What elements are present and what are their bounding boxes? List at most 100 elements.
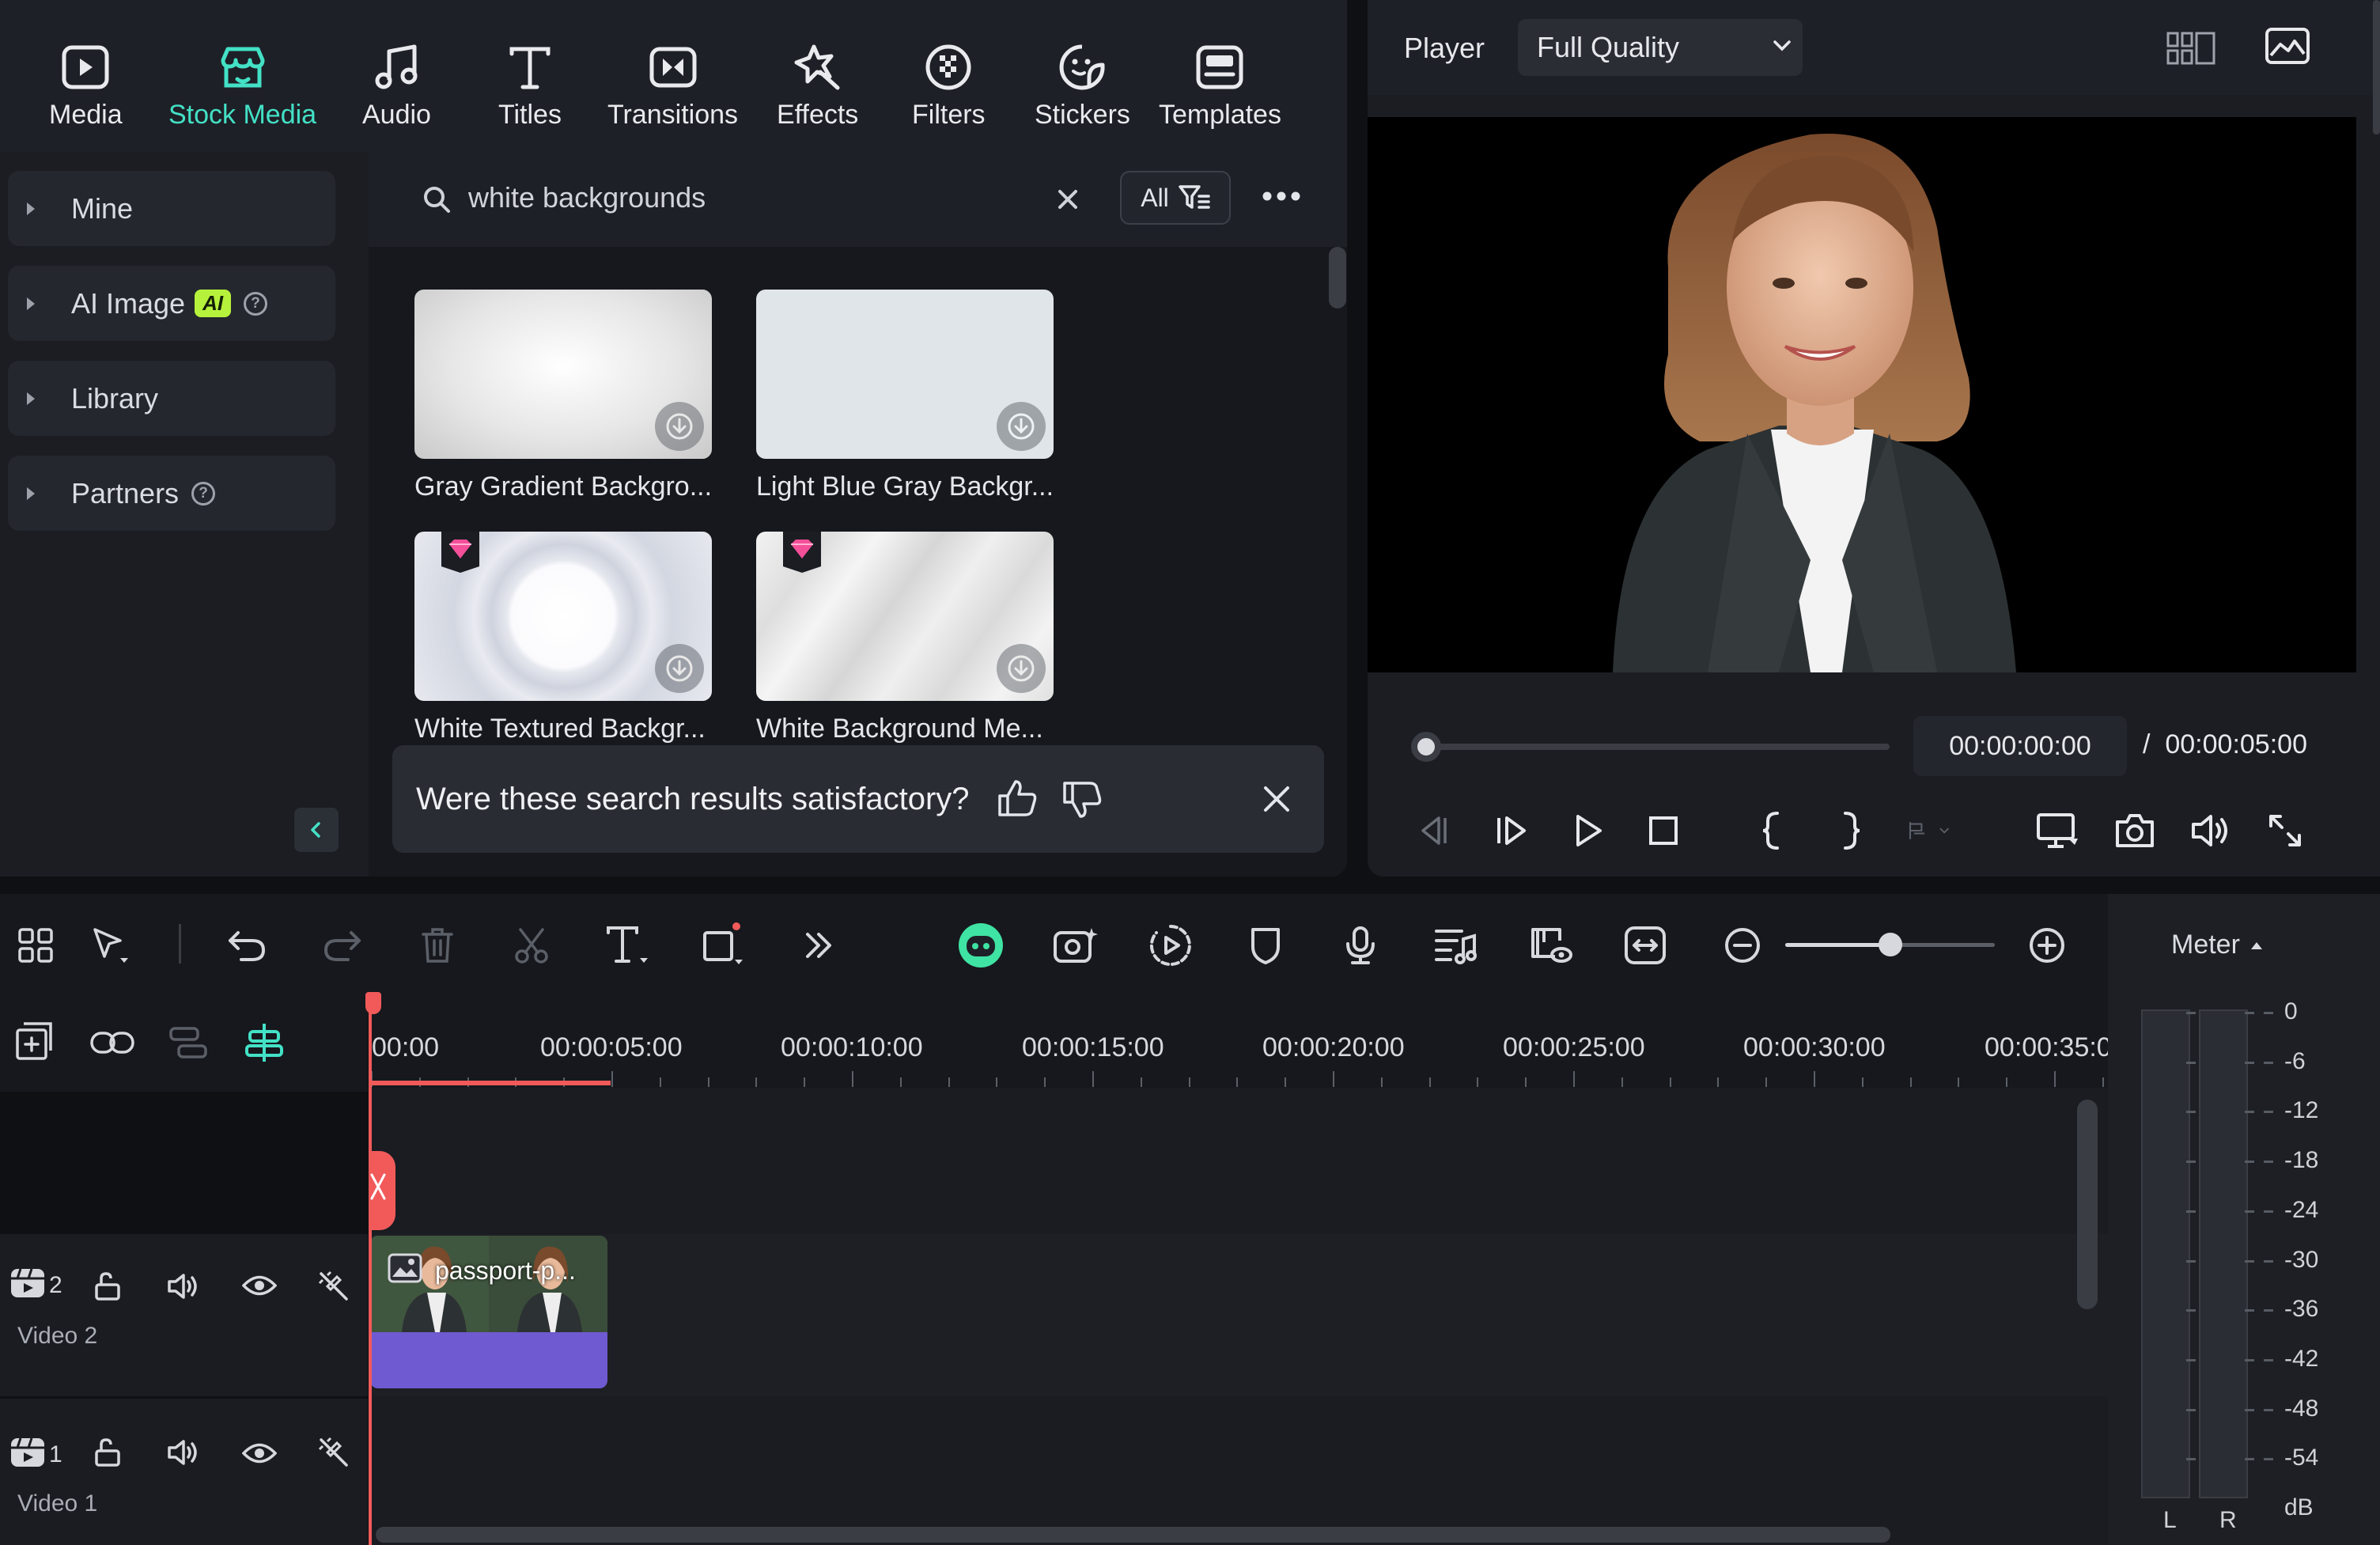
tab-transitions[interactable]: Transitions [607,40,738,142]
tab-filters[interactable]: Filters [912,40,986,142]
marker-icon [1909,822,1949,839]
snapshot-image-icon[interactable] [2265,27,2310,65]
tab-label: Stock Media [168,100,317,130]
tab-templates[interactable]: Templates [1159,40,1281,142]
audio-tools-button[interactable] [1424,914,1487,977]
timeline-horizontal-scrollbar[interactable] [376,1527,1890,1543]
ai-copilot-button[interactable] [949,914,1012,977]
add-track-icon[interactable] [14,1021,55,1062]
more-options-icon[interactable] [1261,190,1302,203]
collapse-sidebar-button[interactable] [294,808,339,852]
playback-progress-knob[interactable] [1411,732,1441,762]
current-time[interactable]: 00:00:00:00 [1913,716,2127,776]
tab-stickers[interactable]: Stickers [1035,40,1130,142]
track-ai-tool-icon[interactable] [316,1435,351,1470]
marker-dropdown-button[interactable] [1905,807,1953,854]
sidebar-item-ai-image[interactable]: AI Image AI ? [8,266,335,341]
tab-media[interactable]: Media [49,40,123,142]
tab-label: Audio [362,100,431,130]
delete-button[interactable] [406,914,469,977]
timeline-ruler[interactable]: 00:00 00:00:05:00 00:00:10:00 00:00:15:0… [369,997,2108,1088]
unlock-icon[interactable] [92,1437,123,1468]
track-video-1[interactable] [369,1399,2108,1525]
crop-button[interactable] [692,914,755,977]
eye-icon[interactable] [242,1272,277,1299]
mark-out-button[interactable] [1826,807,1874,854]
download-icon[interactable] [997,402,1046,451]
result-card[interactable]: White Textured Backgr... [414,532,712,744]
meter-toggle[interactable]: Meter [2171,930,2264,960]
timeline-vertical-scrollbar[interactable] [2077,1100,2098,1309]
download-icon[interactable] [997,644,1046,693]
tab-stock-media[interactable]: Stock Media [168,40,316,142]
result-card[interactable]: Light Blue Gray Backgr... [756,290,1054,502]
zoom-out-button[interactable] [1711,914,1774,977]
sidebar-item-label: AI Image [71,286,186,320]
speed-button[interactable] [1139,914,1202,977]
meter-scale-label: dB [2284,1494,2314,1520]
text-tool-button[interactable] [596,914,659,977]
mark-in-button[interactable] [1749,807,1796,854]
download-icon[interactable] [655,644,704,693]
track-video-2[interactable] [369,1234,2108,1396]
fullscreen-button[interactable] [2261,807,2309,854]
mask-button[interactable] [1234,914,1297,977]
result-card[interactable]: Gray Gradient Backgro... [414,290,712,502]
ai-video-button[interactable] [1044,914,1107,977]
track-volume-icon[interactable] [166,1437,201,1468]
display-settings-button[interactable] [2034,807,2081,854]
zoom-slider-knob[interactable] [1878,933,1902,956]
group-tracks-icon[interactable] [168,1024,209,1062]
record-voiceover-button[interactable] [1329,914,1392,977]
help-icon[interactable]: ? [191,481,216,506]
playback-progress-track[interactable] [1423,744,1890,750]
next-frame-button[interactable] [1488,807,1535,854]
filter-button[interactable]: All [1120,171,1231,225]
snapshot-button[interactable] [2111,807,2159,854]
tab-effects[interactable]: Effects [777,40,858,142]
play-button[interactable] [1564,807,1611,854]
playhead[interactable] [369,992,372,1545]
volume-button[interactable] [2187,807,2234,854]
meter-tick [2186,1210,2196,1213]
sidebar-item-library[interactable]: Library [8,361,335,436]
split-button[interactable] [500,914,563,977]
quality-dropdown[interactable]: Full Quality [1518,19,1803,76]
thumbs-down-icon[interactable] [1061,780,1103,820]
more-tools-button[interactable] [787,914,850,977]
sidebar-item-mine[interactable]: Mine [8,171,335,246]
playhead-handle[interactable] [365,992,381,1014]
undo-button[interactable] [216,914,279,977]
result-card[interactable]: White Background Me... [756,532,1054,744]
timeline-clip[interactable]: passport-p... [370,1236,607,1388]
fit-timeline-button[interactable] [1614,914,1677,977]
tab-audio[interactable]: Audio [362,40,431,142]
previous-frame-button[interactable] [1409,807,1456,854]
zoom-in-button[interactable] [2015,914,2079,977]
sidebar-item-partners[interactable]: Partners ? [8,456,335,531]
layout-grid-icon[interactable] [2166,32,2215,65]
preview-render-button[interactable] [1519,914,1582,977]
thumbs-up-icon[interactable] [997,778,1038,818]
stop-button[interactable] [1640,807,1687,854]
player-scrollbar[interactable] [2373,0,2380,134]
eye-icon[interactable] [242,1440,277,1467]
link-clips-icon[interactable] [89,1027,136,1058]
playhead-drag-tab[interactable] [369,1151,395,1230]
video-preview[interactable] [1368,117,2356,672]
clear-search-icon[interactable] [1054,185,1082,214]
track-ai-tool-icon[interactable] [316,1269,351,1304]
search-input[interactable] [468,176,1022,220]
redo-button[interactable] [310,914,373,977]
magnetic-snap-icon[interactable] [242,1021,286,1065]
download-icon[interactable] [655,402,704,451]
track-volume-icon[interactable] [166,1270,201,1302]
close-icon[interactable] [1261,783,1292,815]
help-icon[interactable]: ? [244,291,268,316]
tab-titles[interactable]: Titles [498,40,562,142]
results-scrollbar[interactable] [1329,247,1346,309]
layout-button[interactable] [4,914,67,977]
unlock-icon[interactable] [92,1270,123,1302]
select-tool-button[interactable] [79,914,142,977]
monitor-icon [2037,813,2078,848]
